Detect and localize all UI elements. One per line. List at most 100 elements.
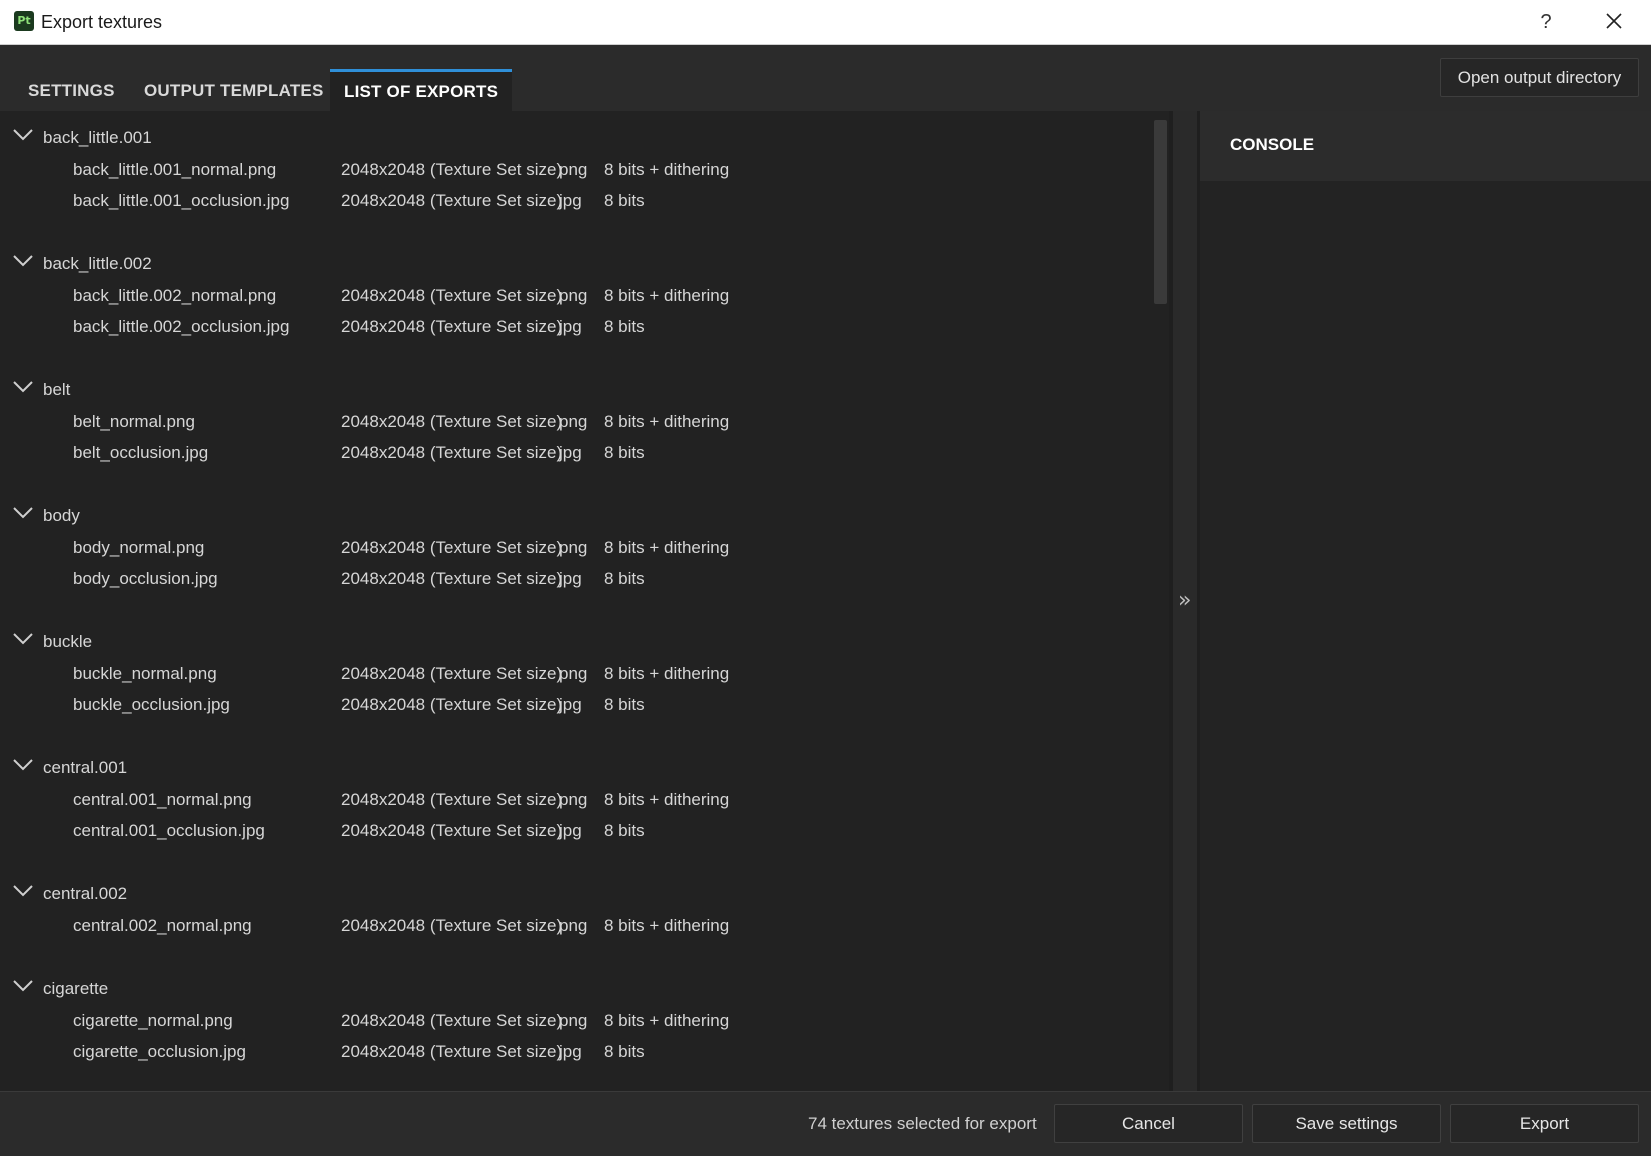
export-file-name: cigarette_normal.png [73,1011,233,1030]
window-title: Export textures [41,12,163,32]
export-file-name: belt_occlusion.jpg [73,443,209,462]
export-file-format: png [559,412,588,431]
export-file-size: 2048x2048 (Texture Set size) [341,916,563,935]
export-file-size: 2048x2048 (Texture Set size) [341,286,563,305]
export-file-bits: 8 bits [604,821,645,840]
close-button[interactable] [1598,6,1630,38]
export-group-header[interactable]: belt [0,375,700,405]
export-file-bits: 8 bits + dithering [604,412,730,431]
export-file-row: body_occlusion.jpg 2048x2048 (Texture Set… [0,564,1000,594]
export-file-size: 2048x2048 (Texture Set size) [341,191,563,210]
export-file-row: back_little.001_occlusion.jpg 2048x2048 (… [0,186,1000,216]
export-file-size: 2048x2048 (Texture Set size) [341,1042,563,1061]
title-bar: Pt Export textures ? [0,0,1651,45]
export-file-row: buckle_normal.png 2048x2048 (Texture Set … [0,659,1000,689]
chevron-down-icon[interactable] [12,978,34,994]
console-title: CONSOLE [1230,135,1315,154]
export-file-bits: 8 bits [604,569,645,588]
export-file-size: 2048x2048 (Texture Set size) [341,1011,563,1030]
export-file-format: jpg [559,569,582,588]
chevron-down-icon[interactable] [12,253,34,269]
export-file-name: cigarette_occlusion.jpg [73,1042,246,1061]
export-group-header[interactable]: cigarette [0,974,700,1004]
tab-output-templates[interactable]: OUTPUT TEMPLATES [130,69,338,111]
export-group: cigarette cigarette_normal.png 2048x2048 (… [0,974,1150,1091]
export-file-name: central.001_occlusion.jpg [73,821,265,840]
chevron-down-icon[interactable] [12,127,34,143]
export-group-name: buckle [43,632,93,651]
export-file-format: png [559,664,588,683]
collapse-console-icon[interactable]: » [1178,588,1191,613]
export-file-name: back_little.002_occlusion.jpg [73,317,290,336]
export-file-format: jpg [559,191,582,210]
chevron-down-icon[interactable] [12,505,34,521]
console-panel: CONSOLE [1200,111,1651,1091]
export-file-format: png [559,1011,588,1030]
export-file-row: central.001_occlusion.jpg 2048x2048 (Text… [0,816,1000,846]
export-group: buckle buckle_normal.png 2048x2048 (Textur… [0,627,1150,752]
export-group: central.001 central.001_normal.png 2048x20… [0,753,1150,878]
export-group: body body_normal.png 2048x2048 (Texture Se… [0,501,1150,626]
export-file-format: png [559,538,588,557]
open-output-directory-button[interactable]: Open output directory [1440,58,1639,97]
export-group-name: body [43,506,80,525]
export-file-row: buckle_occlusion.jpg 2048x2048 (Texture S… [0,690,1000,720]
export-group-header[interactable]: body [0,501,700,531]
footer-bar: 74 textures selected for export Cancel S… [0,1091,1651,1156]
save-settings-button[interactable]: Save settings [1252,1104,1441,1143]
export-group: back_little.001 back_little.001_normal.pn… [0,123,1150,248]
export-group-name: cigarette [43,979,109,998]
help-button[interactable]: ? [1530,6,1562,38]
chevron-down-icon[interactable] [12,379,34,395]
export-file-format: jpg [559,695,582,714]
chevron-down-icon[interactable] [12,883,34,899]
tab-list-of-exports[interactable]: LIST OF EXPORTS [330,69,513,111]
export-group-header[interactable]: buckle [0,627,700,657]
export-file-bits: 8 bits + dithering [604,664,730,683]
scrollbar-thumb[interactable] [1154,120,1167,304]
export-file-row: central.002_normal.png 2048x2048 (Texture… [0,911,1000,941]
export-group-name: back_little.002 [43,254,152,273]
export-file-row: central.001_normal.png 2048x2048 (Texture… [0,785,1000,815]
export-file-format: jpg [559,821,582,840]
export-group-header[interactable]: central.001 [0,753,700,783]
chevron-down-icon[interactable] [12,757,34,773]
export-file-bits: 8 bits + dithering [604,1011,730,1030]
export-file-row: belt_occlusion.jpg 2048x2048 (Texture Set… [0,438,1000,468]
export-group-header[interactable]: back_little.001 [0,123,700,153]
tab-bar: SETTINGS OUTPUT TEMPLATES LIST OF EXPORT… [0,45,1651,111]
export-file-size: 2048x2048 (Texture Set size) [341,412,563,431]
export-file-format: png [559,160,588,179]
export-file-bits: 8 bits [604,317,645,336]
export-file-row: cigarette_normal.png 2048x2048 (Texture S… [0,1006,1000,1036]
app-logo-icon: Pt [14,11,34,31]
export-group-header[interactable]: central.002 [0,879,700,909]
export-file-row: belt_normal.png 2048x2048 (Texture Set si… [0,407,1000,437]
close-icon [1606,13,1622,29]
export-button[interactable]: Export [1450,1104,1639,1143]
chevron-down-icon[interactable] [12,631,34,647]
export-file-name: belt_normal.png [73,412,195,431]
export-file-bits: 8 bits [604,1042,645,1061]
export-file-name: back_little.002_normal.png [73,286,277,305]
export-file-bits: 8 bits + dithering [604,286,730,305]
export-file-size: 2048x2048 (Texture Set size) [341,538,563,557]
export-file-name: back_little.001_normal.png [73,160,277,179]
exports-list: back_little.001 back_little.001_normal.pn… [0,111,1169,1091]
cancel-button[interactable]: Cancel [1054,1104,1243,1143]
export-file-format: png [559,790,588,809]
export-file-row: back_little.001_normal.png 2048x2048 (Tex… [0,155,1000,185]
export-group-name: back_little.001 [43,128,152,147]
export-file-name: body_occlusion.jpg [73,569,218,588]
export-group-header[interactable]: back_little.002 [0,249,700,279]
export-file-bits: 8 bits [604,695,645,714]
export-file-bits: 8 bits [604,443,645,462]
export-group-name: belt [43,380,71,399]
export-group: belt belt_normal.png 2048x2048 (Texture Se… [0,375,1150,500]
export-file-bits: 8 bits + dithering [604,916,730,935]
export-file-size: 2048x2048 (Texture Set size) [341,664,563,683]
export-file-name: central.001_normal.png [73,790,252,809]
tab-settings[interactable]: SETTINGS [14,69,129,111]
export-file-format: png [559,286,588,305]
export-file-size: 2048x2048 (Texture Set size) [341,695,563,714]
